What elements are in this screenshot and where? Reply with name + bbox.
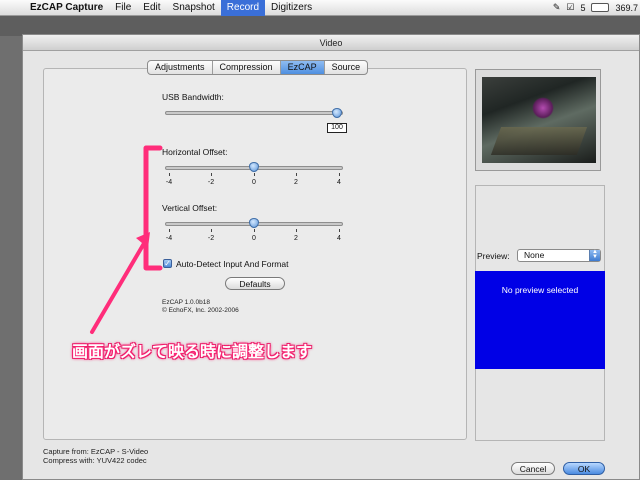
- tab-adjustments[interactable]: Adjustments: [148, 61, 213, 74]
- annotation-arrow-line: [90, 238, 148, 334]
- annotation-text: 画面がズレて映る時に調整します: [72, 342, 313, 361]
- tab-source[interactable]: Source: [325, 61, 368, 74]
- tab-bar: Adjustments Compression EzCAP Source: [147, 60, 369, 75]
- annotation-bracket: [143, 145, 163, 271]
- tab-compression[interactable]: Compression: [213, 61, 281, 74]
- tab-ezcap[interactable]: EzCAP: [280, 61, 325, 74]
